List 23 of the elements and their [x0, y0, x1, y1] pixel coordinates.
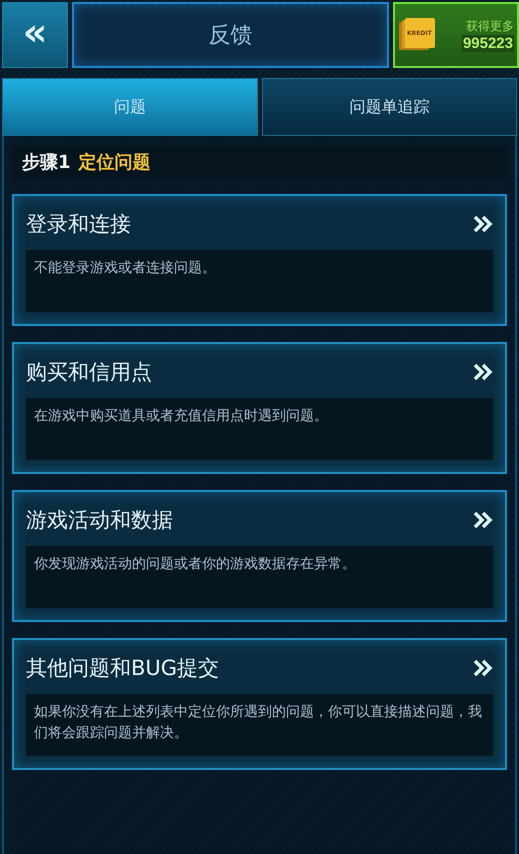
- get-more-label: 获得更多: [466, 18, 514, 35]
- page-title: 反馈: [72, 2, 389, 68]
- tab[interactable]: 问题单追踪: [262, 78, 517, 136]
- back-button[interactable]: «: [2, 2, 68, 68]
- category-card[interactable]: 购买和信用点 在游戏中购买道具或者充值信用点时遇到问题。: [12, 342, 507, 474]
- step-title: 定位问题: [78, 151, 151, 174]
- category-card[interactable]: 游戏活动和数据 你发现游戏活动的问题或者你的游戏数据存在异常。: [12, 490, 507, 622]
- category-description: 在游戏中购买道具或者充值信用点时遇到问题。: [34, 407, 329, 426]
- category-title: 登录和连接: [26, 211, 131, 238]
- category-description: 如果你没有在上述列表中定位你所遇到的问题，你可以直接描述问题，我们将会跟踪问题并解决。: [34, 703, 483, 743]
- category-title: 购买和信用点: [26, 359, 152, 386]
- chevrons-right-icon: [473, 659, 493, 677]
- chevrons-right-icon: [473, 511, 493, 529]
- category-card[interactable]: 登录和连接 不能登录游戏或者连接问题。: [12, 194, 507, 326]
- category-title: 游戏活动和数据: [26, 507, 173, 534]
- category-title: 其他问题和BUG提交: [26, 655, 220, 682]
- chevrons-right-icon: [473, 215, 493, 233]
- category-card[interactable]: 其他问题和BUG提交 如果你没有在上述列表中定位你所遇到的问题，你可以直接描述问题，我们将会跟踪问题并解决。: [12, 638, 507, 770]
- credit-amount: 995223: [462, 35, 514, 52]
- category-description: 不能登录游戏或者连接问题。: [34, 259, 217, 278]
- chevrons-right-icon: [473, 363, 493, 381]
- step-number: 步骤1: [22, 151, 71, 174]
- category-description: 你发现游戏活动的问题或者你的游戏数据存在异常。: [34, 555, 357, 574]
